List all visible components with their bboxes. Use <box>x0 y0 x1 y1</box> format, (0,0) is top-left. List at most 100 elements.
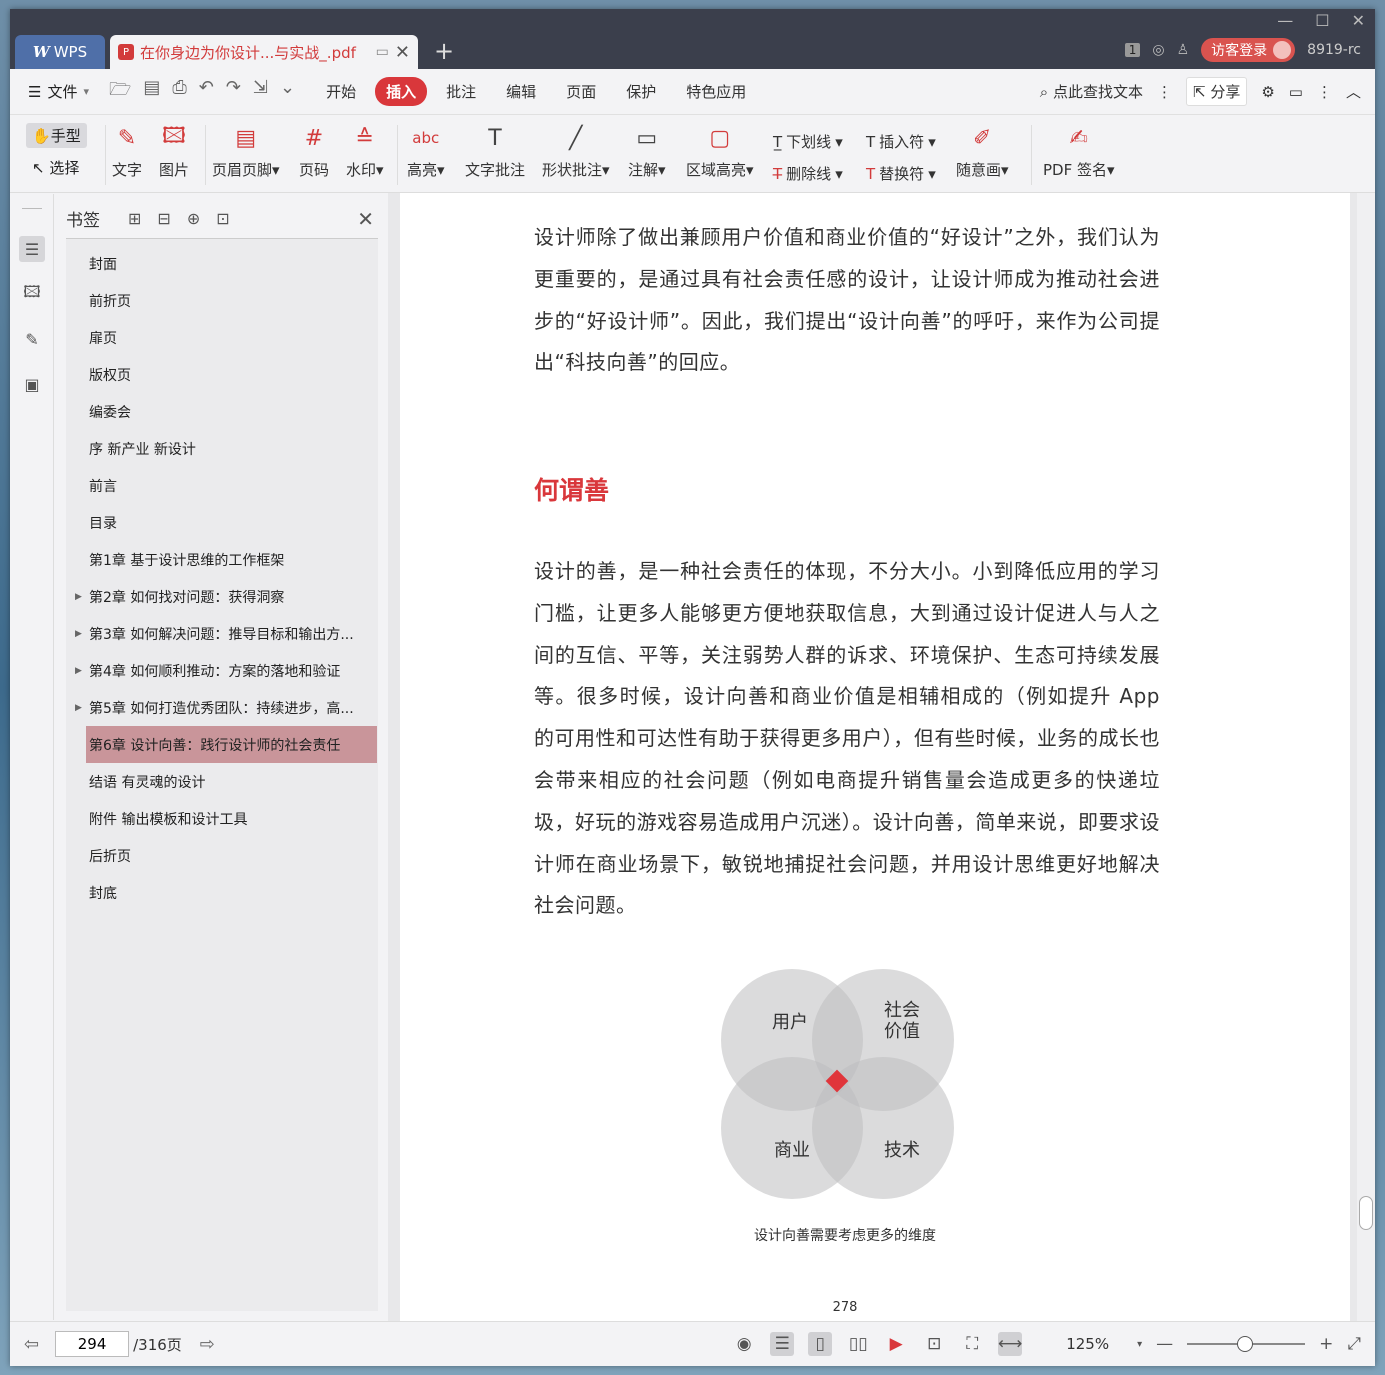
single-page-icon[interactable]: ▯ <box>808 1332 833 1356</box>
bookmark-item[interactable]: ▶ 第4章 如何顺利推动：方案的落地和验证 <box>66 652 378 689</box>
undo-icon[interactable]: ↶ <box>199 77 214 107</box>
bookmark-item[interactable]: 后折页 <box>66 837 378 874</box>
text-comment-button[interactable]: T 文字批注 <box>465 123 525 180</box>
scrollbar-thumb[interactable] <box>1359 1196 1373 1230</box>
area-highlight-button[interactable]: ▢ 区域高亮▾ <box>686 123 754 180</box>
bookmark-item[interactable]: 第1章 基于设计思维的工作框架 <box>66 541 378 578</box>
expand-all-icon[interactable]: ⊕ <box>187 209 200 228</box>
file-menu[interactable]: ☰ 文件 ▾ <box>28 81 89 102</box>
shape-comment-button[interactable]: ╱ 形状批注▾ <box>542 123 610 180</box>
delete-bookmark-icon[interactable]: ⊟ <box>157 209 170 228</box>
tab-page[interactable]: 页面 <box>555 77 607 106</box>
zoom-slider[interactable] <box>1187 1336 1306 1352</box>
hand-tool-button[interactable]: ✋手型 <box>26 123 87 148</box>
header-footer-button[interactable]: ▤ 页眉页脚▾ <box>212 123 280 180</box>
collapse-ribbon-icon[interactable]: ︿ <box>1346 81 1361 102</box>
bookmark-item[interactable]: 编委会 <box>66 393 378 430</box>
insert-mark-button[interactable]: T 插入符 ▾ <box>866 131 936 152</box>
tab-start[interactable]: 开始 <box>315 77 367 106</box>
bookmark-item[interactable]: 封面 <box>66 245 378 282</box>
page-number-button[interactable]: # 页码 <box>299 123 329 180</box>
bookmark-item[interactable]: ▶ 第2章 如何找对问题：获得洞察 <box>66 578 378 615</box>
fit-width-icon[interactable]: ⟷ <box>998 1332 1022 1356</box>
document-viewport[interactable]: 设计师除了做出兼顾用户价值和商业价值的“好设计”之外，我们认为更重要的，是通过具… <box>388 193 1375 1321</box>
watermark-button[interactable]: ≙ 水印▾ <box>346 123 384 180</box>
bookmark-item[interactable]: 前折页 <box>66 282 378 319</box>
wps-home-tab[interactable]: W WPS <box>15 35 105 69</box>
zoom-in-icon[interactable]: + <box>1319 1334 1333 1354</box>
tab-edit[interactable]: 编辑 <box>495 77 547 106</box>
pdf-sign-button[interactable]: ✍ PDF 签名▾ <box>1043 123 1115 180</box>
next-page-icon[interactable]: ⇨ <box>200 1334 215 1355</box>
message-icon[interactable]: ▭ <box>1289 83 1303 101</box>
new-tab-button[interactable]: + <box>434 37 454 65</box>
bookmark-item[interactable]: 结语 有灵魂的设计 <box>66 763 378 800</box>
bookmark-item[interactable]: 封底 <box>66 874 378 911</box>
continuous-view-icon[interactable]: ☰ <box>770 1332 795 1356</box>
previous-page-icon[interactable]: ⇦ <box>24 1334 39 1355</box>
bookmark-item[interactable]: 前言 <box>66 467 378 504</box>
two-page-icon[interactable]: ▯▯ <box>846 1332 870 1356</box>
more-vertical-icon[interactable]: ⋮ <box>1157 83 1172 101</box>
bookmark-item-active[interactable]: 第6章 设计向善：践行设计师的社会责任 <box>86 726 377 763</box>
skin-icon[interactable]: ◎ <box>1152 42 1164 58</box>
more-icon[interactable]: ⋮ <box>1317 83 1332 101</box>
bookmark-item[interactable]: 附件 输出模板和设计工具 <box>66 800 378 837</box>
bookmark-item[interactable]: 目录 <box>66 504 378 541</box>
monitor-icon[interactable]: ▭ <box>376 44 389 60</box>
minimize-icon[interactable]: — <box>1277 11 1293 30</box>
fullscreen-icon[interactable]: ⤢ <box>1347 1334 1361 1354</box>
shirt-icon[interactable]: ♙ <box>1177 42 1190 58</box>
zoom-out-icon[interactable]: — <box>1156 1334 1173 1354</box>
print-icon[interactable]: ⎙ <box>172 77 186 107</box>
bookmark-panel-icon[interactable]: ☰ <box>19 236 45 262</box>
tab-comment[interactable]: 批注 <box>435 77 487 106</box>
expand-arrow-icon[interactable]: ▶ <box>75 592 82 602</box>
bookmark-item[interactable]: 扉页 <box>66 319 378 356</box>
note-button[interactable]: ▭ 注解▾ <box>628 123 666 180</box>
zoom-dropdown-icon[interactable]: ▾ <box>1137 1339 1142 1350</box>
maximize-icon[interactable]: ☐ <box>1315 11 1329 30</box>
tab-protect[interactable]: 保护 <box>615 77 667 106</box>
annotation-panel-icon[interactable]: ✎ <box>19 326 45 352</box>
tab-special[interactable]: 特色应用 <box>675 77 757 106</box>
bookmark-settings-icon[interactable]: ⊡ <box>216 209 229 228</box>
freehand-button[interactable]: ✐ 随意画▾ <box>956 123 1009 180</box>
open-folder-icon[interactable]: 🗁 <box>109 77 131 107</box>
signature-panel-icon[interactable]: ▣ <box>19 371 45 397</box>
replace-mark-button[interactable]: T 替换符 ▾ <box>866 163 936 184</box>
underline-button[interactable]: T̲ 下划线 ▾ <box>773 131 843 152</box>
close-tab-icon[interactable]: ✕ <box>395 42 410 63</box>
fit-page-icon[interactable]: ⛶ <box>960 1332 984 1356</box>
bookmark-item[interactable]: 序 新产业 新设计 <box>66 430 378 467</box>
find-text[interactable]: ⌕ 点此查找文本 <box>1040 81 1143 102</box>
highlight-button[interactable]: abc 高亮▾ <box>407 123 445 180</box>
close-pane-icon[interactable]: ✕ <box>357 207 374 231</box>
add-bookmark-icon[interactable]: ⊞ <box>128 209 141 228</box>
expand-arrow-icon[interactable]: ▶ <box>75 666 82 676</box>
expand-arrow-icon[interactable]: ▶ <box>75 629 82 639</box>
strikethrough-button[interactable]: T̶ 删除线 ▾ <box>773 163 843 184</box>
save-icon[interactable]: ▤ <box>143 77 160 107</box>
tab-insert[interactable]: 插入 <box>375 77 428 106</box>
share-button[interactable]: ⇱ 分享 <box>1185 77 1248 106</box>
expand-arrow-icon[interactable]: ▶ <box>75 703 82 713</box>
visitor-login-button[interactable]: 访客登录 <box>1201 38 1296 62</box>
bookmark-item[interactable]: ▶ 第3章 如何解决问题：推导目标和输出方... <box>66 615 378 652</box>
drag-handle-icon[interactable] <box>22 208 42 209</box>
zoom-level[interactable]: 125% <box>1066 1335 1109 1353</box>
actual-size-icon[interactable]: ⊡ <box>922 1332 946 1356</box>
more-quick-icon[interactable]: ⌄ <box>280 77 295 107</box>
thumbnail-panel-icon[interactable]: 🖾 <box>19 281 45 307</box>
close-window-icon[interactable]: ✕ <box>1352 11 1365 30</box>
zoom-slider-knob[interactable] <box>1237 1336 1254 1352</box>
vertical-scrollbar[interactable] <box>1357 193 1375 1321</box>
export-icon[interactable]: ⇲ <box>253 77 268 107</box>
gear-icon[interactable]: ⚙ <box>1261 83 1274 101</box>
play-slideshow-icon[interactable]: ▶ <box>884 1332 908 1356</box>
select-tool-button[interactable]: ↖ 选择 <box>32 157 79 178</box>
window-count-badge[interactable]: 1 <box>1124 43 1141 57</box>
insert-image-button[interactable]: 🖾 图片 <box>159 123 189 180</box>
document-tab[interactable]: P 在你身边为你设计...与实战_.pdf ▭ ✕ <box>110 35 418 69</box>
eye-protection-icon[interactable]: ◉ <box>732 1332 756 1356</box>
